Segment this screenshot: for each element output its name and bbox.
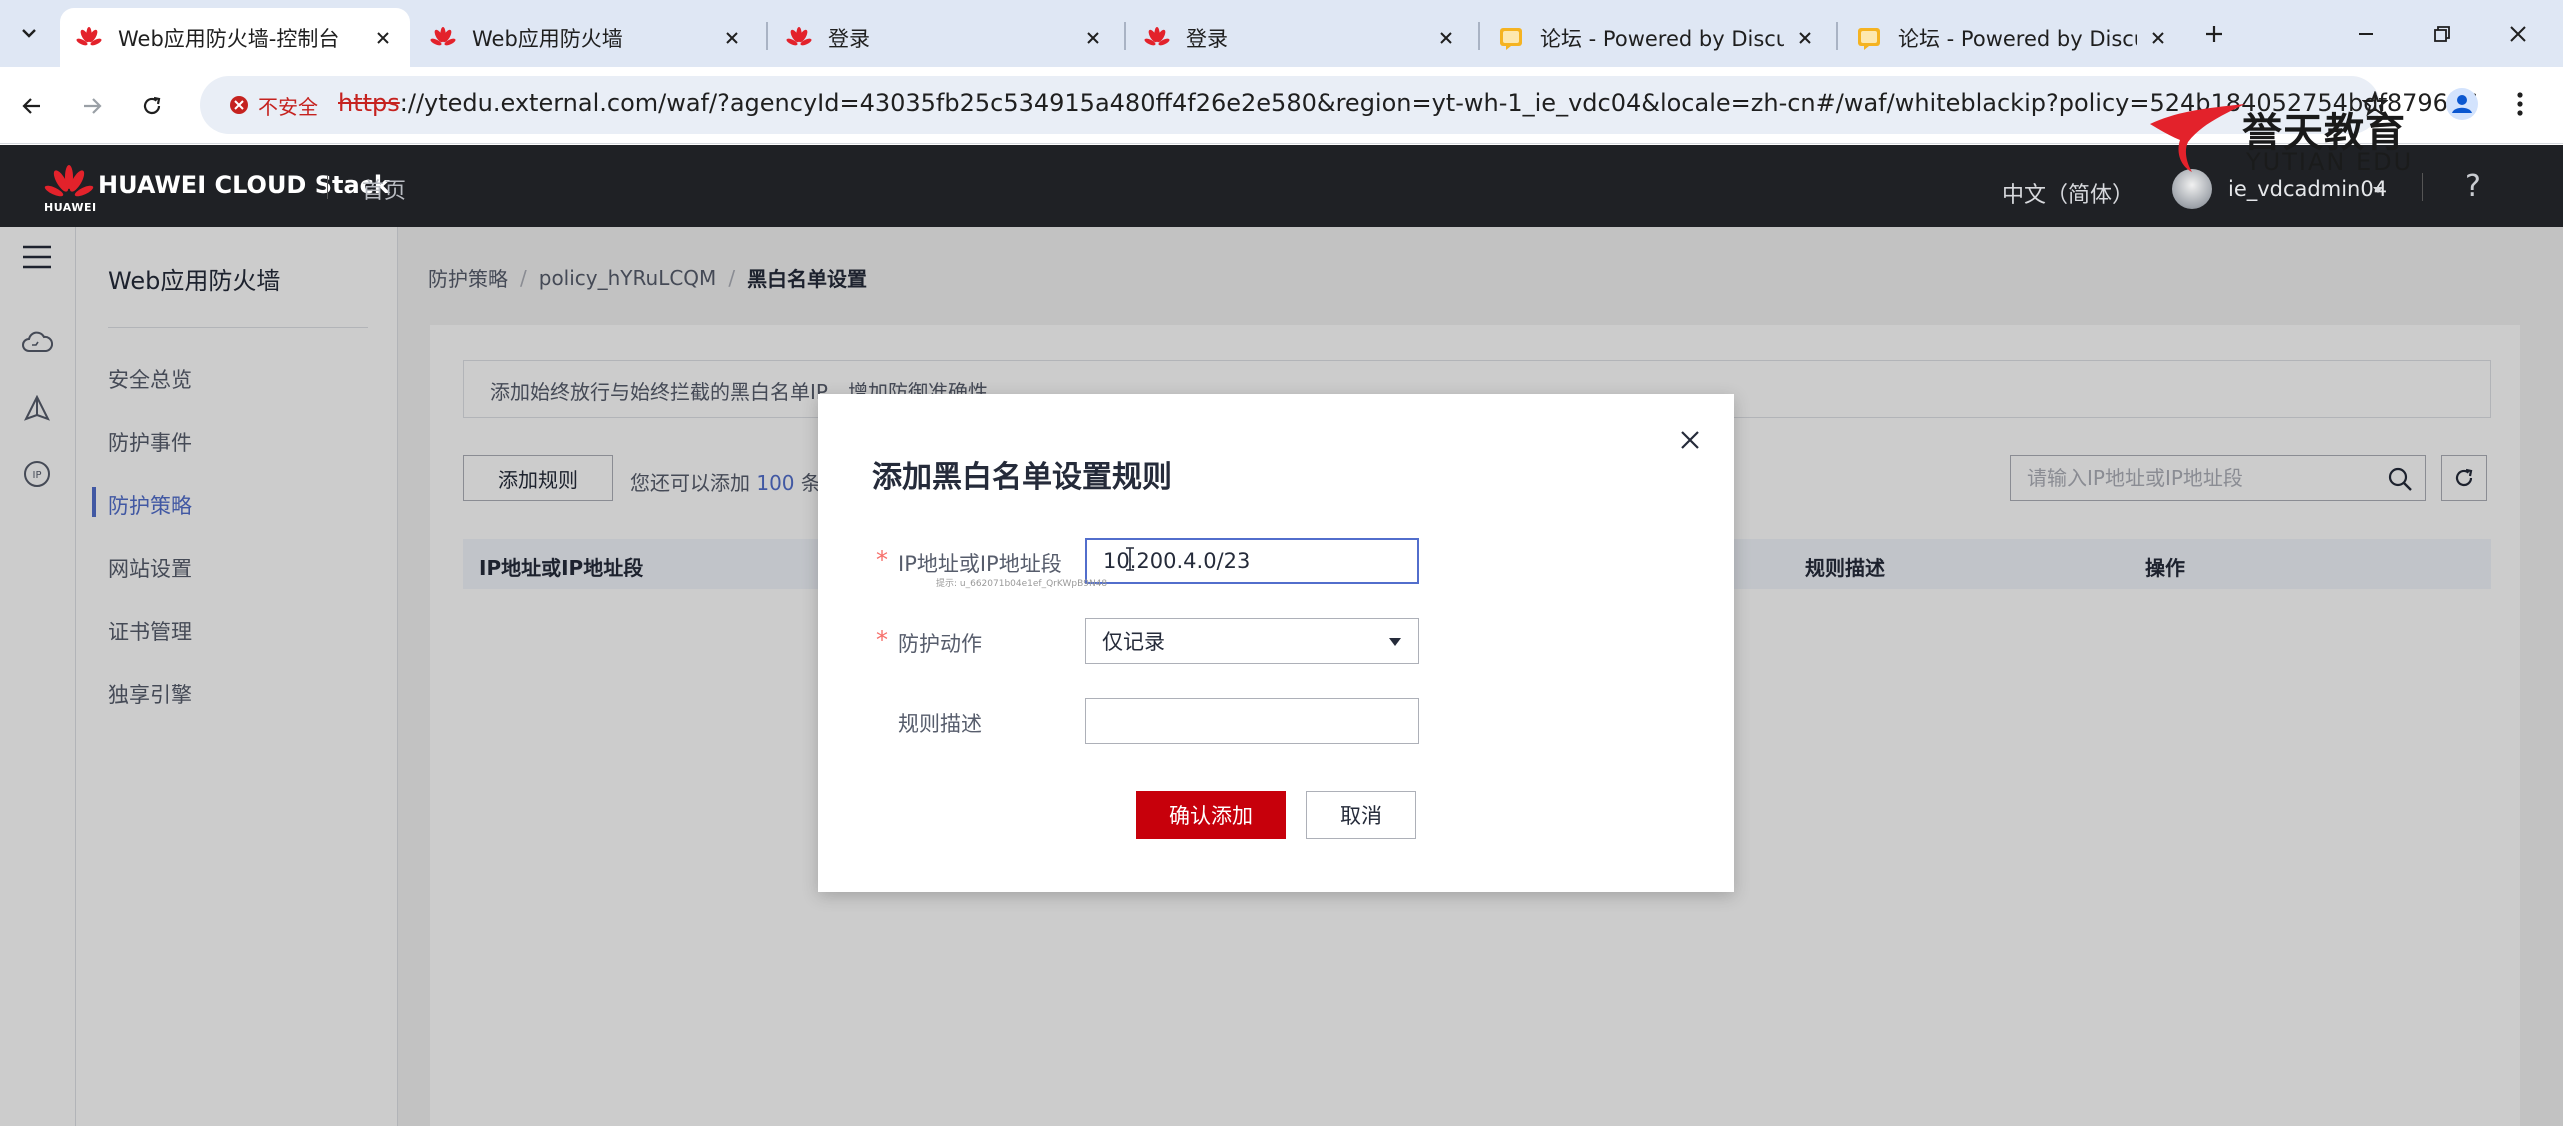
profile-button[interactable] bbox=[2442, 84, 2482, 124]
chevron-down-icon bbox=[22, 29, 36, 38]
browser-tab-bar: Web应用防火墙-控制台 Web应用防火墙 登录 登录 论坛 - Powered… bbox=[0, 0, 2563, 67]
tab-search-button[interactable] bbox=[10, 14, 48, 52]
language-selector[interactable]: 中文（简体） bbox=[2002, 177, 2134, 209]
tab-title: 登录 bbox=[1186, 26, 1228, 51]
tab-separator bbox=[766, 22, 768, 50]
star-icon bbox=[2362, 91, 2388, 117]
text-cursor-icon bbox=[1126, 547, 1134, 571]
huawei-icon bbox=[786, 26, 812, 45]
confirm-add-button[interactable]: 确认添加 bbox=[1136, 791, 1286, 839]
discuz-icon bbox=[1500, 27, 1522, 50]
avatar[interactable] bbox=[2172, 169, 2212, 209]
nav-divider bbox=[2422, 173, 2423, 201]
new-tab-button[interactable] bbox=[2196, 16, 2232, 52]
home-link[interactable]: 首页 bbox=[362, 173, 406, 205]
nav-divider bbox=[327, 175, 328, 199]
url-path: ://ytedu.external.com/waf/?agencyId=4303… bbox=[399, 89, 2479, 117]
dialog-close-button[interactable] bbox=[1674, 424, 1706, 456]
browser-tab-5[interactable]: 论坛 - Powered by Discuz bbox=[1482, 8, 1832, 67]
close-tab-icon[interactable] bbox=[721, 27, 743, 49]
action-selected-value: 仅记录 bbox=[1102, 630, 1165, 654]
huawei-icon bbox=[1144, 26, 1170, 45]
description-input[interactable] bbox=[1085, 698, 1419, 744]
reload-button[interactable] bbox=[132, 86, 172, 126]
close-tab-icon[interactable] bbox=[1794, 27, 1816, 49]
required-mark: * bbox=[876, 546, 888, 574]
plus-icon bbox=[2206, 26, 2222, 42]
security-chip[interactable]: 不安全 bbox=[218, 85, 328, 125]
url-text[interactable]: https://ytedu.external.com/waf/?agencyId… bbox=[338, 89, 2479, 117]
tab-title: 登录 bbox=[828, 26, 870, 51]
reload-icon bbox=[143, 96, 161, 115]
ip-hint: 提示: u_662071b04e1ef_QrKWpB9N48 bbox=[936, 579, 1108, 589]
close-tab-icon[interactable] bbox=[1082, 27, 1104, 49]
kebab-menu-icon bbox=[2517, 92, 2523, 116]
action-label: 防护动作 bbox=[898, 632, 982, 656]
logo-text: HUAWEI bbox=[44, 201, 97, 214]
cancel-button[interactable]: 取消 bbox=[1306, 791, 1416, 839]
caret-down-icon[interactable] bbox=[2372, 185, 2384, 195]
close-window-button[interactable] bbox=[2498, 14, 2538, 54]
tab-title: 论坛 - Powered by Discuz bbox=[1898, 26, 2137, 51]
browser-menu-button[interactable] bbox=[2500, 84, 2540, 124]
description-label: 规则描述 bbox=[898, 712, 982, 736]
restore-icon bbox=[2434, 26, 2450, 42]
close-tab-icon[interactable] bbox=[2147, 27, 2169, 49]
close-icon bbox=[2510, 26, 2526, 42]
browser-tab-2[interactable]: Web应用防火墙 bbox=[414, 8, 759, 67]
help-glyph: ? bbox=[2465, 168, 2481, 204]
help-icon[interactable]: ? bbox=[2456, 168, 2490, 204]
restore-button[interactable] bbox=[2422, 14, 2462, 54]
discuz-icon bbox=[1858, 27, 1880, 50]
caret-down-icon bbox=[1389, 638, 1401, 646]
browser-tab-3[interactable]: 登录 bbox=[770, 8, 1120, 67]
security-label: 不安全 bbox=[258, 94, 318, 119]
arrow-right-icon bbox=[84, 98, 102, 114]
url-scheme: https bbox=[338, 89, 400, 117]
omnibox[interactable]: 不安全 https://ytedu.external.com/waf/?agen… bbox=[200, 76, 2479, 134]
dialog-title: 添加黑白名单设置规则 bbox=[872, 460, 1172, 495]
forward-button[interactable] bbox=[72, 86, 112, 126]
tab-separator bbox=[1124, 22, 1126, 50]
browser-tab-1[interactable]: Web应用防火墙-控制台 bbox=[60, 8, 410, 67]
top-navigation: HUAWEI HUAWEI CLOUD Stack 首页 中文（简体） ie_v… bbox=[0, 145, 2563, 227]
tab-title: 论坛 - Powered by Discuz bbox=[1540, 26, 1784, 51]
tab-title: Web应用防火墙-控制台 bbox=[118, 26, 340, 51]
close-tab-icon[interactable] bbox=[1435, 27, 1457, 49]
profile-icon bbox=[2446, 88, 2478, 120]
huawei-icon bbox=[430, 26, 456, 45]
bookmark-button[interactable] bbox=[2355, 84, 2395, 124]
browser-tab-6[interactable]: 论坛 - Powered by Discuz bbox=[1840, 8, 2185, 67]
ip-label: IP地址或IP地址段 bbox=[898, 552, 1062, 576]
action-select[interactable]: 仅记录 bbox=[1085, 618, 1419, 664]
username[interactable]: ie_vdcadmin04 bbox=[2228, 177, 2387, 201]
browser-tab-4[interactable]: 登录 bbox=[1128, 8, 1473, 67]
minimize-icon bbox=[2359, 33, 2373, 35]
warning-icon bbox=[230, 96, 248, 114]
tab-title: Web应用防火墙 bbox=[472, 26, 623, 51]
close-tab-icon[interactable] bbox=[372, 27, 394, 49]
brand-name[interactable]: HUAWEI CLOUD Stack bbox=[98, 171, 390, 199]
required-mark: * bbox=[876, 626, 888, 654]
tab-separator bbox=[1836, 22, 1838, 50]
close-icon bbox=[1681, 431, 1699, 449]
address-bar-row: 不安全 https://ytedu.external.com/waf/?agen… bbox=[0, 67, 2563, 144]
add-rule-dialog: 添加黑白名单设置规则 * IP地址或IP地址段 提示: u_662071b04e… bbox=[818, 394, 1734, 892]
tab-separator bbox=[1478, 22, 1480, 50]
huawei-icon bbox=[76, 26, 102, 45]
minimize-button[interactable] bbox=[2346, 14, 2386, 54]
back-button[interactable] bbox=[12, 86, 52, 126]
arrow-left-icon bbox=[22, 98, 40, 114]
